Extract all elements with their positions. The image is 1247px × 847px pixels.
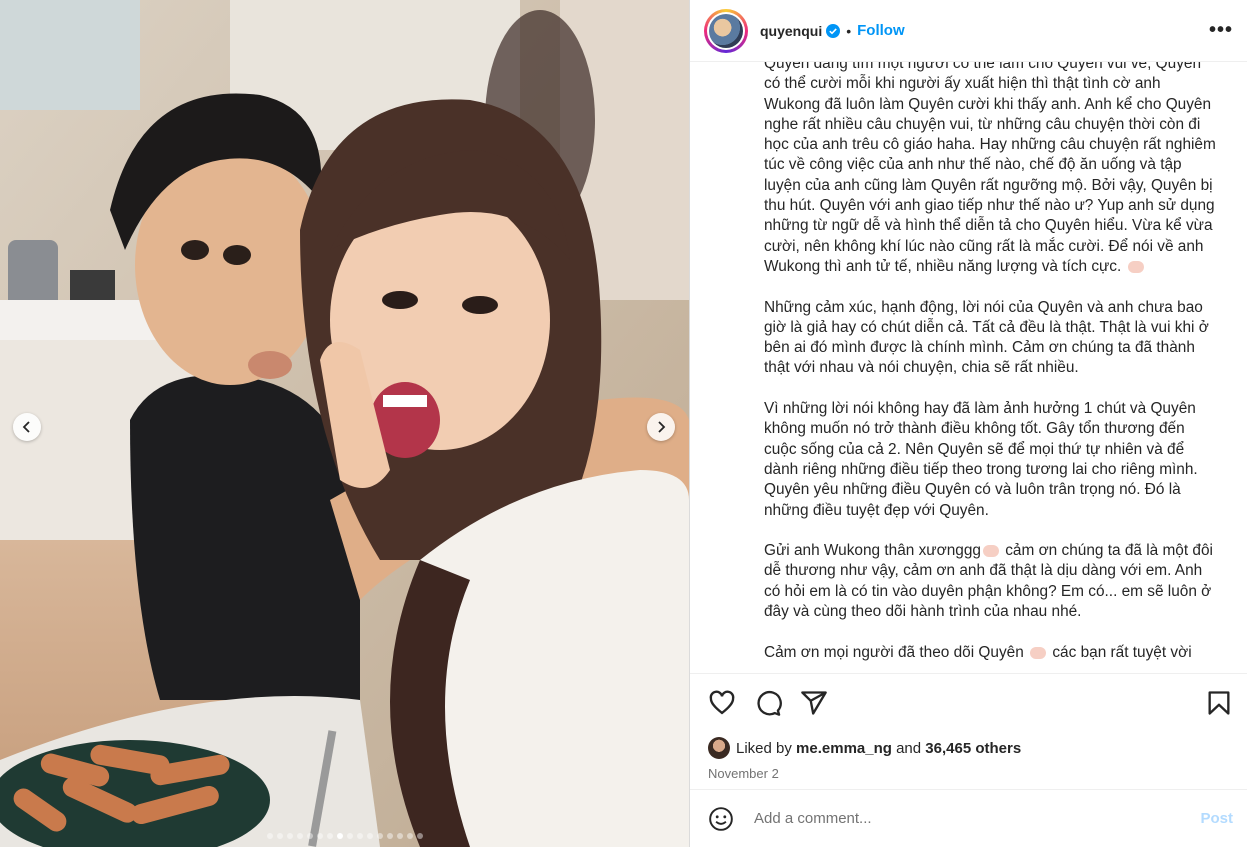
avatar-image	[709, 13, 743, 48]
caption-scroll-area[interactable]: Quyên đang tìm một người có thể làm cho …	[690, 62, 1247, 673]
carousel-next-button[interactable]	[647, 413, 675, 441]
carousel-dot	[336, 833, 343, 839]
caption-paragraph: Quyên đang tìm một người có thể làm cho …	[764, 62, 1216, 275]
caption-paragraph: Gửi anh Wukong thân xươnggg cảm ơn chúng…	[764, 542, 1213, 621]
post-date[interactable]: November 2	[690, 765, 1247, 789]
separator-dot: •	[846, 22, 852, 39]
caption-paragraph: Cảm ơn mọi người đã theo dõi Quyên các b…	[764, 643, 1192, 661]
post-comment-button[interactable]: Post	[1200, 810, 1233, 827]
carousel-dot	[406, 833, 413, 839]
carousel-dot	[276, 833, 283, 839]
carousel-dot	[386, 833, 393, 839]
chevron-left-icon	[22, 421, 30, 433]
verified-badge-icon	[826, 23, 841, 38]
instagram-post-modal: quyenqui • Follow ••• Quyên đang tìm một…	[0, 0, 1247, 847]
carousel-dot	[356, 833, 363, 839]
comment-input[interactable]	[752, 809, 1201, 828]
carousel-dot	[366, 833, 373, 839]
post-actions-bar	[690, 673, 1247, 731]
heart-icon[interactable]	[708, 689, 736, 717]
carousel-dot	[286, 833, 293, 839]
emoji-icon[interactable]	[708, 806, 734, 832]
carousel-dot	[416, 833, 423, 839]
comment-box: Post	[690, 789, 1247, 847]
heart-hands-emoji	[982, 545, 999, 558]
share-icon[interactable]	[800, 689, 828, 717]
more-options-icon[interactable]: •••	[1209, 19, 1233, 42]
caption-paragraph: Vì những lời nói không hay đã làm ảnh hư…	[764, 400, 1198, 519]
carousel-dot	[296, 833, 303, 839]
profile-avatar[interactable]	[704, 8, 748, 53]
likes-summary: Liked by me.emma_ng and 36,465 others	[690, 731, 1247, 765]
carousel-indicator	[0, 833, 689, 839]
post-photo	[0, 0, 689, 847]
likes-count-link[interactable]: 36,465 others	[925, 740, 1021, 757]
carousel-dot	[376, 833, 383, 839]
carousel-prev-button[interactable]	[13, 413, 41, 441]
carousel-dot	[396, 833, 403, 839]
heart-hands-emoji	[1030, 646, 1047, 659]
carousel-dot	[326, 833, 333, 839]
carousel-dot	[346, 833, 353, 839]
carousel-dot	[266, 833, 273, 839]
chevron-right-icon	[658, 421, 666, 433]
liker-username-link[interactable]: me.emma_ng	[796, 740, 892, 757]
bookmark-icon[interactable]	[1205, 689, 1233, 717]
post-header: quyenqui • Follow •••	[690, 0, 1247, 62]
liker-avatar[interactable]	[708, 737, 730, 759]
carousel-dot	[316, 833, 323, 839]
comment-icon[interactable]	[754, 689, 782, 717]
heart-hands-emoji	[1127, 260, 1144, 273]
caption-paragraph: Những cảm xúc, hạnh động, lời nói của Qu…	[764, 298, 1209, 377]
post-media[interactable]	[0, 0, 689, 847]
follow-button[interactable]: Follow	[857, 22, 905, 39]
carousel-dot	[306, 833, 313, 839]
post-side-panel: quyenqui • Follow ••• Quyên đang tìm một…	[689, 0, 1247, 847]
username-link[interactable]: quyenqui	[760, 23, 822, 39]
